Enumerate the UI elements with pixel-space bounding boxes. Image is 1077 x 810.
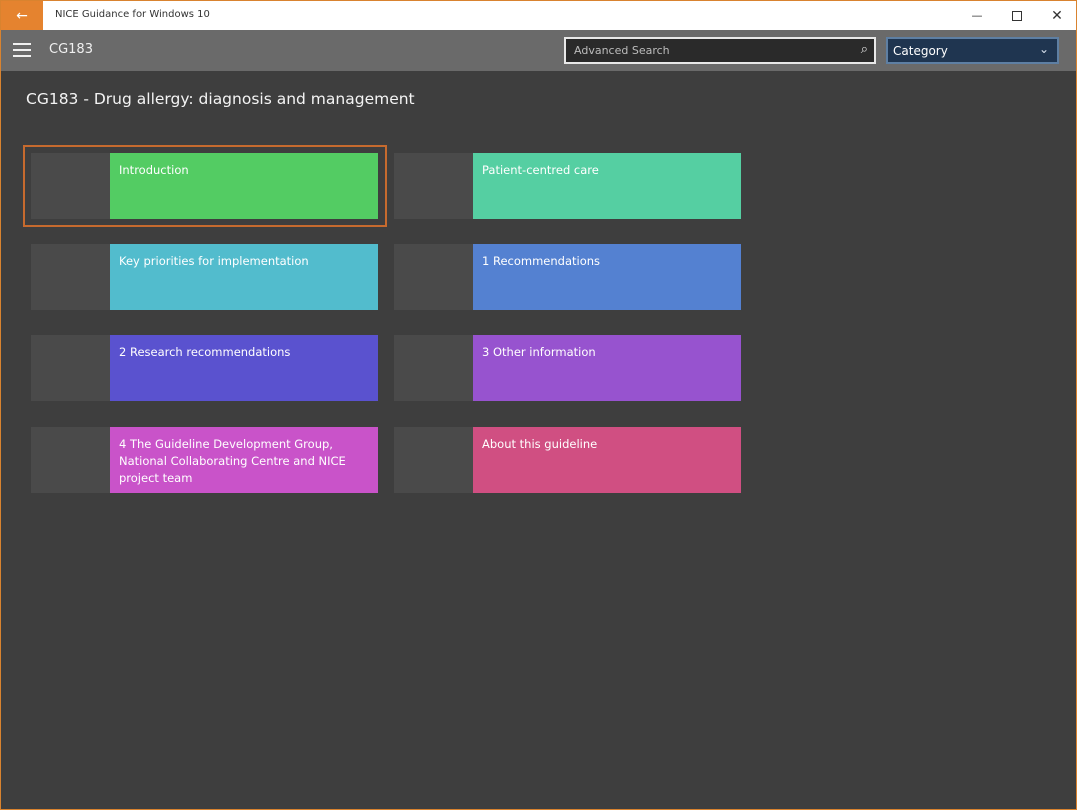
category-dropdown[interactable]: Category ⌄ [886, 37, 1059, 64]
tile-label: 1 Recommendations [473, 244, 741, 310]
chevron-down-icon: ⌄ [1038, 42, 1049, 56]
maximize-icon [1012, 10, 1022, 21]
tile-introduction[interactable]: Introduction [23, 145, 387, 227]
search-input[interactable] [566, 39, 846, 62]
category-label: Category [893, 44, 948, 58]
tile-thumbnail [394, 427, 473, 493]
title-bar: ← NICE Guidance for Windows 10 — ✕ [1, 1, 1076, 30]
tile-thumbnail [31, 427, 110, 493]
back-button[interactable]: ← [1, 1, 43, 30]
tile-label: 2 Research recommendations [110, 335, 378, 401]
tile-other-information[interactable]: 3 Other information [394, 335, 742, 401]
tile-key-priorities[interactable]: Key priorities for implementation [31, 244, 379, 310]
tile-thumbnail [31, 244, 110, 310]
app-window: ← NICE Guidance for Windows 10 — ✕ CG183… [0, 0, 1077, 810]
app-title: NICE Guidance for Windows 10 [55, 9, 210, 20]
maximize-button[interactable] [997, 1, 1037, 30]
search-icon[interactable]: ⌕ [861, 42, 868, 57]
tile-patient-centred-care[interactable]: Patient-centred care [394, 153, 742, 219]
hamburger-menu-icon[interactable] [13, 43, 31, 57]
tile-recommendations[interactable]: 1 Recommendations [394, 244, 742, 310]
tile-label: Introduction [110, 153, 378, 219]
tile-label: 3 Other information [473, 335, 741, 401]
tile-thumbnail [394, 153, 473, 219]
close-button[interactable]: ✕ [1037, 1, 1076, 30]
tile-research-recommendations[interactable]: 2 Research recommendations [31, 335, 379, 401]
advanced-search-box[interactable]: ⌕ [564, 37, 876, 64]
tile-thumbnail [31, 335, 110, 401]
back-arrow-icon: ← [16, 7, 28, 24]
tile-about-this-guideline[interactable]: About this guideline [394, 427, 742, 493]
nav-bar: CG183 ⌕ Category ⌄ [1, 30, 1076, 71]
close-icon: ✕ [1051, 7, 1063, 24]
minimize-icon: — [971, 9, 983, 22]
page-title: CG183 - Drug allergy: diagnosis and mana… [26, 90, 415, 108]
tile-guideline-development-group[interactable]: 4 The Guideline Development Group, Natio… [31, 427, 379, 493]
tile-thumbnail [394, 335, 473, 401]
tile-thumbnail [31, 153, 110, 219]
tile-label: Patient-centred care [473, 153, 741, 219]
tile-label: Key priorities for implementation [110, 244, 378, 310]
tile-label: 4 The Guideline Development Group, Natio… [110, 427, 378, 493]
minimize-button[interactable]: — [957, 1, 997, 30]
tile-thumbnail [394, 244, 473, 310]
guideline-code: CG183 [49, 42, 93, 57]
tile-label: About this guideline [473, 427, 741, 493]
